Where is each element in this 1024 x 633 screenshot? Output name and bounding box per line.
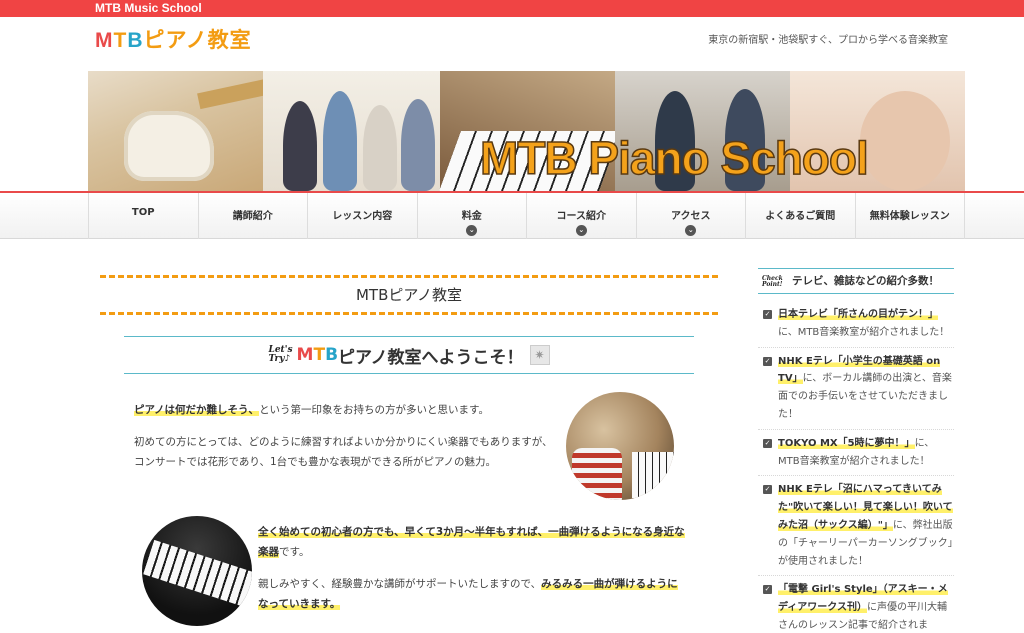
band-member-image	[363, 105, 397, 191]
nav-item-top[interactable]: TOP	[88, 193, 198, 239]
intro-paragraph-4: 親しみやすく、経験豊かな講師がサポートいたしますので、みるみる一曲が弾けるように…	[258, 574, 688, 614]
singer-image	[860, 91, 950, 191]
nav-item-courses[interactable]: コース紹介 ⌄	[526, 193, 636, 239]
nav-item-pricing[interactable]: 料金 ⌄	[416, 193, 527, 239]
nav-item-label: 無料体験レッスン	[869, 211, 950, 222]
nav-item-label: よくあるご質問	[765, 211, 836, 222]
point-text: Point!	[762, 281, 783, 288]
welcome-letter-t: T	[313, 345, 326, 365]
guitar-neck-image	[197, 78, 269, 110]
nav-item-instructors[interactable]: 講師紹介	[197, 193, 308, 239]
checkbox-icon: ✓	[763, 585, 772, 595]
list-item: ✓ TOKYO MX「5時に夢中！」に、MTB音楽教室が紹介されました！	[758, 435, 954, 477]
nav-item-faq[interactable]: よくあるご質問	[745, 193, 855, 239]
intro-paragraph-3: 全く始めての初心者の方でも、早くて3か月〜半年もすれば、一曲弾けるようになる身近…	[258, 522, 688, 562]
media-news-list: ✓ 日本テレビ「所さんの目がテン！」に、MTB音楽教室が紹介されました！ ✓ NHK…	[758, 306, 954, 633]
page-title-box: MTBピアノ教室	[100, 275, 718, 315]
nav-item-lessons[interactable]: レッスン内容	[307, 193, 417, 239]
highlight-text: 全く始めての初心者の方でも、早くて3か月〜半年もすれば、一曲弾けるようになる身近…	[258, 526, 685, 558]
try-text: Try♪	[268, 354, 291, 364]
checkbox-icon: ✓	[763, 310, 772, 319]
logo-letter-m: M	[95, 29, 114, 52]
checkbox-icon: ✓	[763, 438, 772, 448]
checkbox-icon: ✓	[763, 356, 772, 366]
banner-photo-guitar	[88, 71, 269, 191]
nav-item-label: アクセス	[671, 211, 711, 222]
piano-image	[632, 452, 674, 498]
student-photo	[566, 392, 674, 500]
site-brand[interactable]: MTB Music School	[95, 0, 202, 17]
intro-paragraph-2: 初めての方にとっては、どのように練習すればよいか分かりにくい楽器でもありますが、…	[134, 436, 553, 468]
logo-text: ピアノ教室	[143, 29, 252, 52]
body-text: です。	[279, 546, 310, 558]
page-title: MTBピアノ教室	[355, 286, 463, 304]
logo-letter-b: B	[127, 29, 144, 52]
chevron-down-icon[interactable]: ⌄	[685, 225, 697, 236]
nav-item-label: 料金	[461, 211, 482, 222]
chevron-down-icon[interactable]: ⌄	[575, 225, 587, 236]
band-member-image	[283, 101, 317, 191]
intro-paragraph-1: ピアノは何だか難しそう、という第一印象をお持ちの方が多いと思います。	[134, 400, 564, 420]
logo-letter-t: T	[113, 29, 128, 52]
top-bar: MTB Music School	[0, 0, 1024, 17]
highlight-text: ピアノは何だか難しそう、	[134, 404, 260, 416]
welcome-text: ピアノ教室へようこそ！	[338, 347, 524, 368]
body-text: という第一印象をお持ちの方が多いと思います。	[259, 404, 490, 416]
welcome-heading: Let's Try♪ M T B ピアノ教室へようこそ！ ✷	[124, 336, 694, 374]
sidebar-heading-text: テレビ、雑誌などの紹介多数！	[792, 275, 939, 287]
nav-item-free-trial[interactable]: 無料体験レッスン	[854, 193, 965, 239]
welcome-letter-b: B	[325, 345, 339, 365]
star-icon: ✷	[529, 345, 550, 365]
piano-keys-image	[143, 539, 252, 609]
banner-title: MTB Piano School	[479, 131, 869, 185]
list-item: ✓ 「電撃 Girl's Style」（アスキー・メディアワークス刊）に声優の平川…	[758, 581, 954, 633]
news-text: に、MTB音楽教室が紹介されました！	[778, 326, 950, 338]
sidebar-heading: Check Point! テレビ、雑誌などの紹介多数！	[758, 268, 954, 294]
news-highlight[interactable]: 日本テレビ「所さんの目がテン！」	[778, 309, 938, 320]
news-highlight[interactable]: TOKYO MX「5時に夢中！」	[778, 437, 915, 449]
chevron-down-icon[interactable]: ⌄	[466, 225, 478, 236]
checkbox-icon: ✓	[763, 485, 772, 495]
nav-item-label: 講師紹介	[232, 211, 273, 222]
guitar-body-image	[124, 111, 214, 181]
band-member-image	[401, 99, 435, 191]
welcome-letter-m: M	[296, 345, 314, 365]
nav-item-label: レッスン内容	[332, 211, 393, 222]
nav-item-access[interactable]: アクセス ⌄	[635, 193, 746, 239]
list-item: ✓ 日本テレビ「所さんの目がテン！」に、MTB音楽教室が紹介されました！	[758, 306, 954, 348]
main-nav: TOP 講師紹介 レッスン内容 料金 ⌄ コース紹介 ⌄ アクセス ⌄ よくあるご質問…	[0, 191, 1024, 239]
site-tagline: 東京の新宿駅・池袋駅すぐ、プロから学べる音楽教室	[708, 35, 948, 46]
student-shirt-image	[572, 448, 622, 500]
lets-try-badge: Let's Try♪	[268, 346, 292, 364]
hero-banner: MTB Piano School	[88, 71, 965, 191]
news-text: に、ボーカル講師の出演と、音楽面でのお手伝いをさせていただきました！	[778, 373, 952, 420]
nav-item-label: TOP	[131, 207, 155, 218]
check-point-badge: Check Point!	[762, 276, 783, 288]
nav-item-label: コース紹介	[556, 211, 607, 222]
list-item: ✓ NHK Eテレ「小学生の基礎英語 on TV」に、ボーカル講師の出演と、音楽面…	[758, 353, 954, 430]
band-member-image	[323, 91, 357, 191]
banner-photo-band	[263, 71, 440, 191]
body-text: 親しみやすく、経験豊かな講師がサポートいたしますので、	[258, 578, 542, 590]
list-item: ✓ NHK Eテレ「沼にハマってきいてみた"吹いて楽しい！見て楽しい！吹いてみた沼…	[758, 481, 954, 577]
piano-hands-photo	[142, 516, 252, 626]
site-logo[interactable]: MTBピアノ教室	[95, 27, 252, 55]
